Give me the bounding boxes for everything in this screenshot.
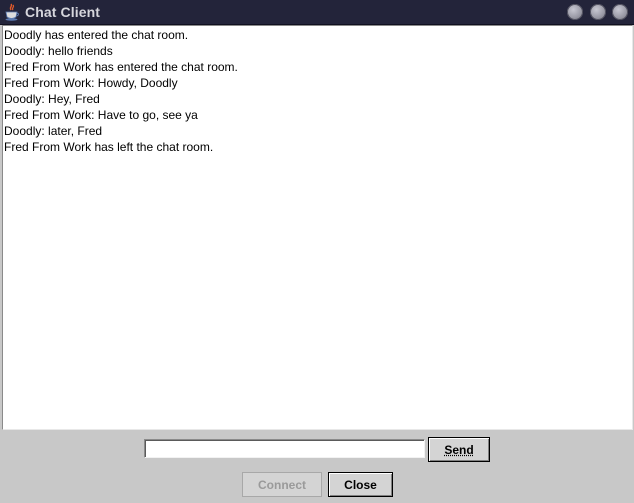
message-input[interactable]	[144, 439, 425, 458]
connect-button[interactable]: Connect	[242, 472, 322, 497]
chat-message: Fred From Work has entered the chat room…	[4, 60, 238, 74]
chat-message: Doodly: hello friends	[4, 44, 113, 58]
chat-transcript-area[interactable]: Doodly has entered the chat room. Doodly:…	[2, 25, 633, 430]
chat-message: Doodly: Hey, Fred	[4, 92, 100, 106]
chat-message: Doodly: later, Fred	[4, 124, 103, 138]
maximize-icon[interactable]	[590, 4, 606, 20]
window-title: Chat Client	[25, 4, 100, 20]
close-icon[interactable]	[612, 4, 628, 20]
chat-message: Fred From Work has left the chat room.	[4, 140, 214, 154]
connect-button-label: Connect	[258, 477, 306, 492]
chat-log: Doodly has entered the chat room. Doodly:…	[3, 26, 632, 429]
send-button-label: Send	[444, 442, 474, 457]
java-cup-icon	[4, 3, 20, 21]
close-button[interactable]: Close	[328, 472, 393, 497]
send-button[interactable]: Send	[428, 437, 490, 462]
minimize-icon[interactable]	[567, 4, 583, 20]
chat-message: Doodly has entered the chat room.	[4, 28, 189, 42]
close-button-label: Close	[344, 477, 377, 492]
chat-message: Fred From Work: Howdy, Doodly	[4, 76, 178, 90]
title-bar[interactable]: Chat Client	[0, 0, 634, 25]
chat-message: Fred From Work: Have to go, see ya	[4, 108, 198, 122]
